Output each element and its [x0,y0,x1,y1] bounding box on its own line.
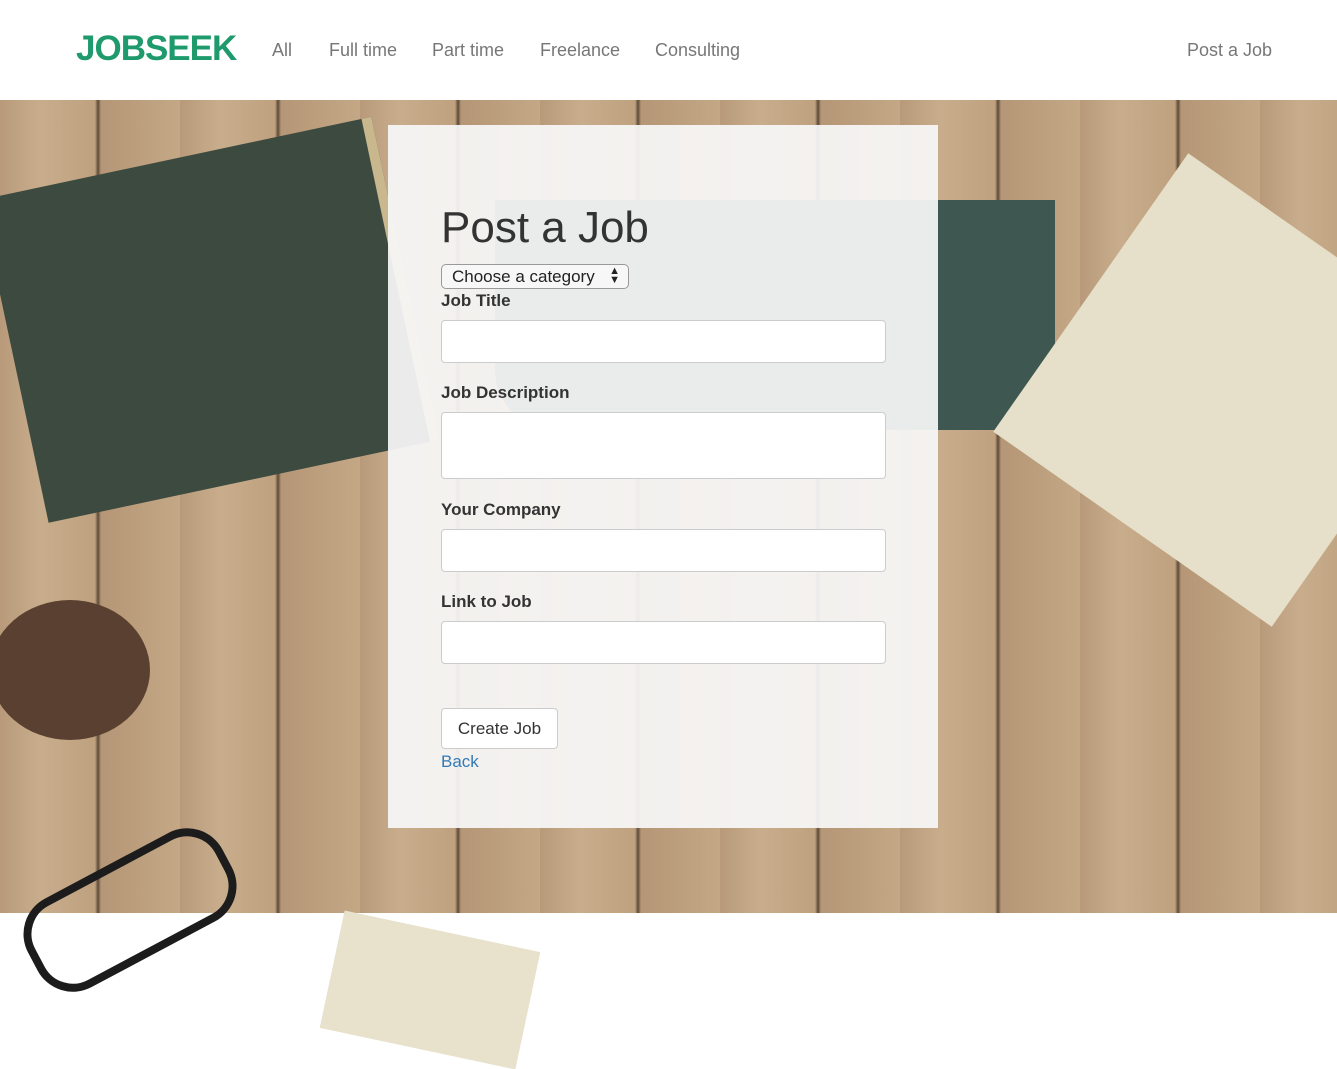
navbar: JOBSEEK All Full time Part time Freelanc… [0,0,1337,100]
back-link[interactable]: Back [441,752,479,772]
nav-post-job[interactable]: Post a Job [1187,40,1272,61]
select-arrows-icon: ▲ ▼ [609,265,620,286]
glasses-decoration [9,814,251,1006]
category-select-value: Choose a category [452,267,595,286]
book-decoration [0,116,440,523]
company-input[interactable] [441,529,886,572]
nav-part-time[interactable]: Part time [432,40,504,61]
brand-logo[interactable]: JOBSEEK [76,29,237,69]
post-job-form: Post a Job Choose a category ▲ ▼ Job Title… [388,125,938,828]
nav-all[interactable]: All [272,40,292,61]
job-description-textarea[interactable] [441,412,886,479]
job-description-label: Job Description [441,383,570,402]
company-label: Your Company [441,500,561,519]
category-select[interactable]: Choose a category ▲ ▼ [441,264,629,289]
pinecone-decoration [0,600,150,740]
create-job-button[interactable]: Create Job [441,708,558,749]
link-label: Link to Job [441,592,532,611]
nav-full-time[interactable]: Full time [329,40,397,61]
page-title: Post a Job [441,203,649,252]
nav-freelance[interactable]: Freelance [540,40,620,61]
job-title-input[interactable] [441,320,886,363]
nav-consulting[interactable]: Consulting [655,40,740,61]
job-title-label: Job Title [441,291,511,310]
notepad-decoration [319,910,541,1069]
link-input[interactable] [441,621,886,664]
